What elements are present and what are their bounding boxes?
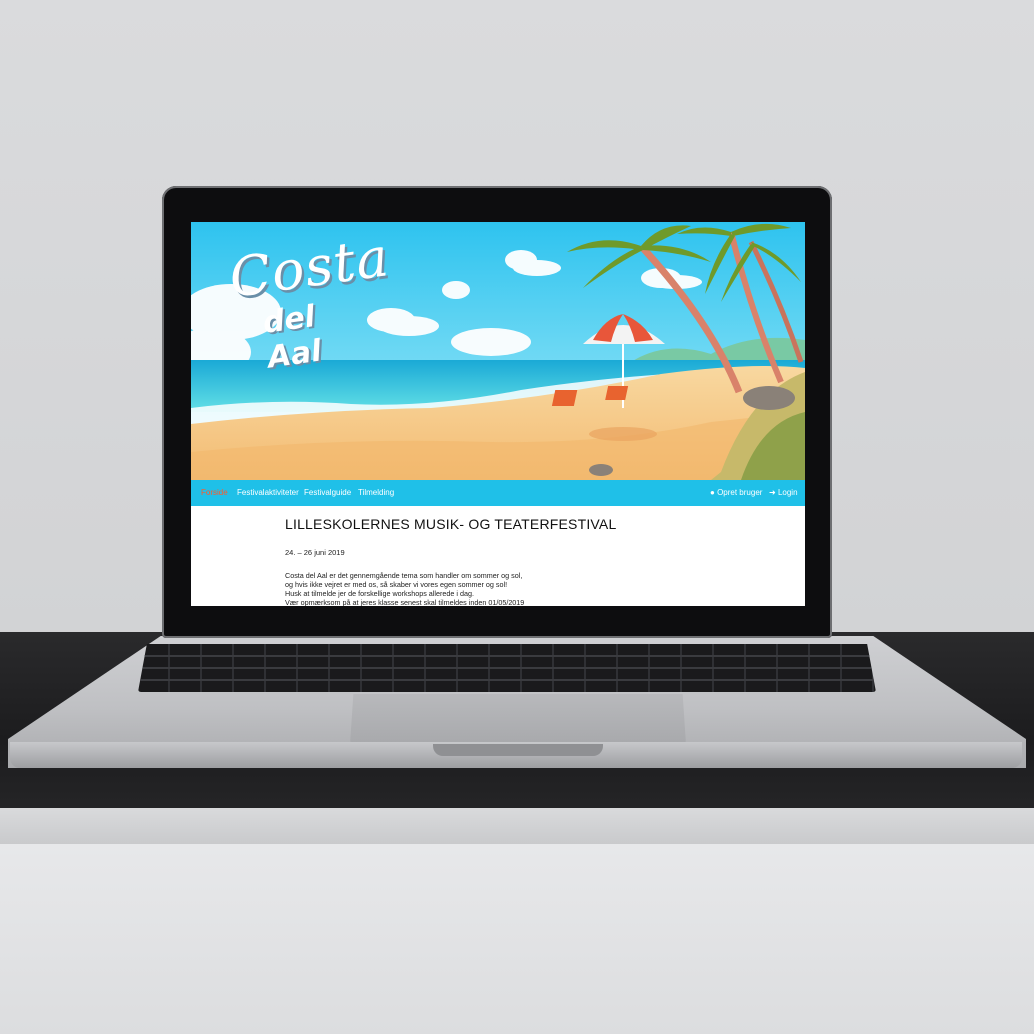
laptop-keyboard xyxy=(138,644,876,692)
nav-item-tilmelding[interactable]: Tilmelding xyxy=(358,488,394,497)
login-label: Login xyxy=(777,488,798,497)
intro-text: Costa del Aal er det gennemgående tema s… xyxy=(285,571,705,606)
main-content: LILLESKOLERNES MUSIK- OG TEATERFESTIVAL … xyxy=(285,516,705,606)
hero-banner: Costa del Aal xyxy=(191,222,805,480)
user-icon: ● xyxy=(710,488,715,497)
nav-item-festivalaktiviteter[interactable]: Festivalaktiviteter xyxy=(237,488,299,497)
main-navbar: Forside Festivalaktiviteter Festivalguid… xyxy=(191,480,805,506)
nav-item-forside[interactable]: Forside xyxy=(201,488,228,497)
intro-line: og hvis ikke vejret er med os, så skaber… xyxy=(285,580,508,589)
laptop-notch xyxy=(433,744,603,756)
intro-line: Costa del Aal er det gennemgående tema s… xyxy=(285,571,523,580)
nav-item-festivalguide[interactable]: Festivalguide xyxy=(304,488,351,497)
page-title: LILLESKOLERNES MUSIK- OG TEATERFESTIVAL xyxy=(285,516,617,532)
browser-viewport: Costa del Aal Forside Festivalaktivitete… xyxy=(191,222,805,606)
nav-item-opret-bruger[interactable]: ● Opret bruger xyxy=(710,488,762,497)
cabinet-front xyxy=(0,844,1034,1034)
festival-dates: 24. – 26 juni 2019 xyxy=(285,548,345,557)
nav-item-login[interactable]: ➜ Login xyxy=(769,488,798,497)
opret-bruger-label: Opret bruger xyxy=(717,488,763,497)
laptop-trackpad xyxy=(350,694,686,744)
login-icon: ➜ xyxy=(769,488,776,497)
intro-line: Vær opmærksom på at jeres klasse senest … xyxy=(285,598,525,606)
intro-line: Husk at tilmelde jer de forskellige work… xyxy=(285,589,474,598)
desk-edge xyxy=(0,808,1034,844)
site-logo[interactable]: Costa del Aal xyxy=(225,225,393,375)
